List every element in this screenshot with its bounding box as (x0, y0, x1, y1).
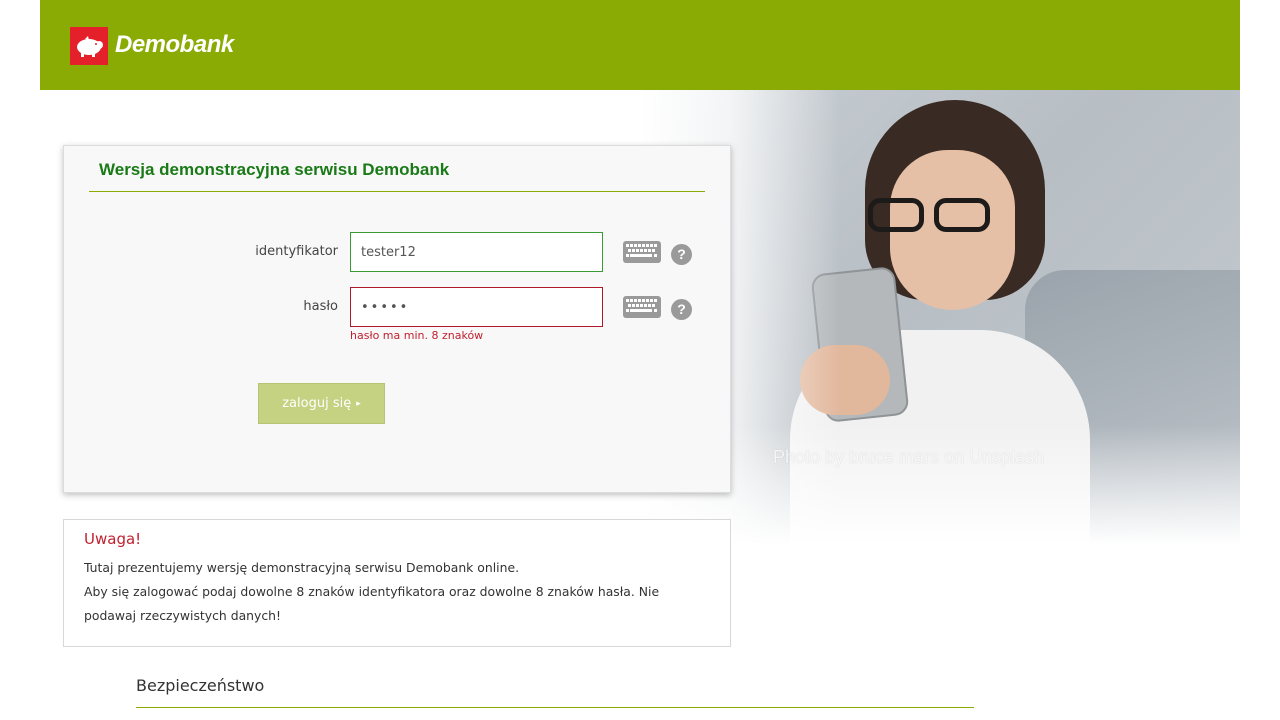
password-error-message: hasło ma min. 8 znaków (350, 329, 484, 342)
brand-name[interactable]: Demobank (115, 31, 234, 59)
hero-lens-left (868, 198, 924, 232)
photo-credit: Photo by bruce mars on Unsplash (773, 447, 1045, 467)
top-header: Demobank (40, 0, 1240, 90)
help-icon[interactable]: ? (671, 299, 692, 320)
security-section-title[interactable]: Bezpieczeństwo (136, 676, 264, 695)
notice-line-2: Aby się zalogować podaj dowolne 8 znaków… (84, 584, 660, 623)
panel-divider (89, 191, 705, 192)
notice-line-1: Tutaj prezentujemy wersję demonstracyjną… (84, 560, 520, 575)
notice-box: Uwaga! Tutaj prezentujemy wersję demonst… (63, 519, 731, 647)
pig-logo-icon[interactable] (70, 27, 108, 65)
login-button[interactable]: zaloguj się ▸ (258, 383, 385, 424)
login-id-label: identyfikator (255, 244, 338, 259)
virtual-keyboard-icon[interactable] (623, 296, 661, 318)
virtual-keyboard-icon[interactable] (623, 241, 661, 263)
panel-title: Wersja demonstracyjna serwisu Demobank (99, 160, 450, 179)
notice-title: Uwaga! (84, 530, 142, 548)
login-id-input[interactable] (350, 232, 603, 272)
hero-lens-right (934, 198, 990, 232)
hero-glasses (868, 198, 1003, 232)
caret-right-icon: ▸ (356, 398, 361, 409)
help-icon[interactable]: ? (671, 244, 692, 265)
login-panel: Wersja demonstracyjna serwisu Demobank i… (63, 145, 731, 493)
security-section-divider (136, 707, 974, 708)
login-password-input[interactable] (350, 287, 603, 327)
login-button-label: zaloguj się (282, 396, 352, 411)
login-password-label: hasło (303, 299, 338, 314)
